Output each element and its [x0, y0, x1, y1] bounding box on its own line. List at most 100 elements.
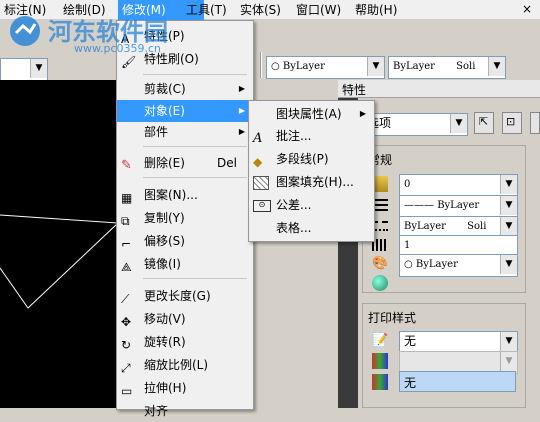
submenu-item-label: 图块属性(A) — [276, 107, 342, 121]
linetype-value-label: ByLayer — [404, 221, 446, 232]
menu-help[interactable]: 帮助(H) — [351, 0, 401, 20]
layer-combo[interactable]: 0 ▼ — [399, 174, 518, 197]
print-attached-field[interactable]: 无 — [399, 371, 516, 392]
color-combo-text: ByLayer — [282, 61, 325, 72]
line-combo[interactable]: ——— ByLayer ▼ — [399, 195, 518, 218]
chevron-down-icon: ▼ — [500, 217, 517, 236]
offset-icon: ⌐ — [121, 237, 132, 251]
linetype-combo[interactable]: ByLayer Soli ▼ — [388, 56, 506, 79]
menu-window[interactable]: 窗口(W) — [292, 0, 345, 20]
scale-icon: ⤢ — [121, 361, 131, 375]
submenu-item-annotation[interactable]: A 批注... — [249, 125, 372, 147]
submenu-item-label: 图案填充(H)... — [276, 175, 354, 189]
properties-panel-title: 特性 — [342, 83, 367, 97]
submenu-item-polyline[interactable]: ◆ 多段线(P) — [249, 148, 372, 170]
modify-menu: A 特性(P) 🖌 特性刷(O) 剪裁(C) ▶ 对象(E) ▶ 部件 ▶ ✎ … — [116, 20, 254, 418]
print-table-icon — [372, 353, 388, 369]
submenu-item-tolerance[interactable]: ⊙ 公差... — [249, 194, 372, 216]
menu-solid[interactable]: 实体(S) — [236, 0, 285, 20]
menu-item-label: 对象(E) — [144, 104, 185, 118]
drawing-canvas[interactable] — [0, 80, 122, 408]
layer-combo-text: 0 — [404, 179, 411, 190]
menu-item-mirror[interactable]: ⟁ 镜像(I) — [117, 253, 251, 275]
menu-item-lengthen[interactable]: ⟋ 更改长度(G) — [117, 285, 251, 307]
menu-item-clip[interactable]: 剪裁(C) ▶ — [117, 78, 251, 100]
color-combo[interactable]: ○ ByLayer ▼ — [266, 56, 385, 79]
cursor-select-icon: ⇱ — [479, 115, 489, 128]
menu-item-label: 对齐 — [144, 404, 169, 418]
menu-item-label: 部件 — [144, 125, 169, 139]
menu-item-label: 偏移(S) — [144, 234, 185, 248]
hatch-icon — [253, 176, 269, 190]
linetype-combo-value: ByLayer Soli — [393, 57, 475, 76]
toggle-pickadd-button[interactable] — [530, 112, 540, 134]
selection-combo[interactable]: 选项 ▼ — [362, 113, 468, 136]
linetype-value-text: ByLayer Soli — [404, 217, 486, 236]
scale-field-text: 1 — [404, 240, 411, 251]
menu-item-stretch[interactable]: ▭ 拉伸(H) — [117, 377, 251, 399]
drawing-lines — [0, 214, 120, 309]
submenu-item-table[interactable]: 表格... — [249, 217, 372, 239]
menu-item-component[interactable]: 部件 ▶ — [117, 121, 251, 143]
menu-item-rotate[interactable]: ↻ 旋转(R) — [117, 331, 251, 353]
menu-item-label: 图案(N)... — [144, 188, 198, 202]
menu-item-scale[interactable]: ⤢ 缩放比例(L) — [117, 354, 251, 376]
watermark-logo-icon — [10, 16, 40, 46]
lineweight-combo-value: ○ ByLayer — [404, 259, 458, 270]
chevron-down-icon: ▼ — [367, 57, 384, 76]
watermark: 河东软件园 www.pc0359.cn — [8, 8, 218, 68]
line-combo-value: ——— ByLayer — [404, 200, 480, 211]
submenu-item-block-attributes[interactable]: 图块属性(A) ▶ — [249, 103, 372, 125]
watermark-url: www.pc0359.cn — [74, 42, 162, 55]
menu-item-array[interactable]: ▦ 图案(N)... — [117, 184, 251, 206]
menu-item-label: 缩放比例(L) — [144, 358, 209, 372]
submenu-item-hatch[interactable]: 图案填充(H)... — [249, 171, 372, 193]
select-objects-button[interactable]: ⊡ — [502, 112, 522, 134]
lineweight-combo[interactable]: ○ ByLayer ▼ — [399, 254, 518, 277]
menu-item-label: 更改长度(G) — [144, 289, 211, 303]
menu-item-offset[interactable]: ⌐ 偏移(S) — [117, 230, 251, 252]
menu-item-label: 旋转(R) — [144, 335, 186, 349]
array-grid-icon: ▦ — [121, 191, 133, 205]
polyline-icon: ◆ — [253, 155, 263, 169]
menu-item-move[interactable]: ✥ 移动(V) — [117, 308, 251, 330]
submenu-arrow-icon: ▶ — [238, 106, 245, 115]
menu-item-delete[interactable]: ✎ 删除(E) Del — [117, 152, 251, 174]
lineweight-combo-text: ByLayer — [415, 259, 458, 270]
chevron-down-icon: ▼ — [500, 332, 517, 351]
submenu-item-label: 批注... — [276, 129, 312, 143]
submenu-item-label: 表格... — [276, 221, 312, 235]
print-attached-icon — [372, 374, 388, 390]
move-icon: ✥ — [121, 315, 132, 329]
chevron-down-icon: ▼ — [488, 57, 505, 76]
text-a-icon: A — [253, 131, 263, 146]
print-style-combo-text: 无 — [404, 334, 417, 348]
menu-item-label: 剪裁(C) — [144, 82, 186, 96]
chevron-down-icon: ▼ — [500, 352, 517, 371]
menu-item-object[interactable]: 对象(E) ▶ — [117, 100, 251, 122]
chevron-down-icon: ▼ — [500, 175, 517, 194]
linetype-combo-suffix: Soli — [456, 61, 476, 72]
object-submenu: 图块属性(A) ▶ A 批注... ◆ 多段线(P) 图案填充(H)... ⊙ … — [248, 100, 375, 242]
submenu-item-label: 多段线(P) — [276, 152, 329, 166]
lengthen-icon: ⟋ — [121, 292, 130, 306]
menu-item-align[interactable]: 对齐 — [117, 400, 251, 422]
menu-item-label: 复制(Y) — [144, 211, 185, 225]
submenu-arrow-icon: ▶ — [238, 84, 245, 93]
menu-separator — [143, 146, 247, 147]
submenu-arrow-icon: ▶ — [238, 127, 245, 136]
menu-item-label: 移动(V) — [144, 312, 186, 326]
print-style-title: 打印样式 — [368, 311, 417, 325]
copy-icon: ⧉ — [121, 214, 130, 228]
eraser-icon: ✎ — [121, 158, 132, 173]
menu-separator — [143, 177, 247, 178]
mirror-icon: ⟁ — [121, 260, 132, 274]
color-wheel-icon: 🎨 — [372, 256, 389, 271]
menu-item-label: 镜像(I) — [144, 257, 181, 271]
close-window-button[interactable]: × — [518, 2, 536, 18]
menu-item-copy[interactable]: ⧉ 复制(Y) — [117, 207, 251, 229]
stretch-icon: ▭ — [121, 384, 133, 398]
quick-select-button[interactable]: ⇱ — [474, 112, 494, 134]
globe-icon — [372, 275, 388, 291]
toolbar-grip — [260, 52, 262, 78]
